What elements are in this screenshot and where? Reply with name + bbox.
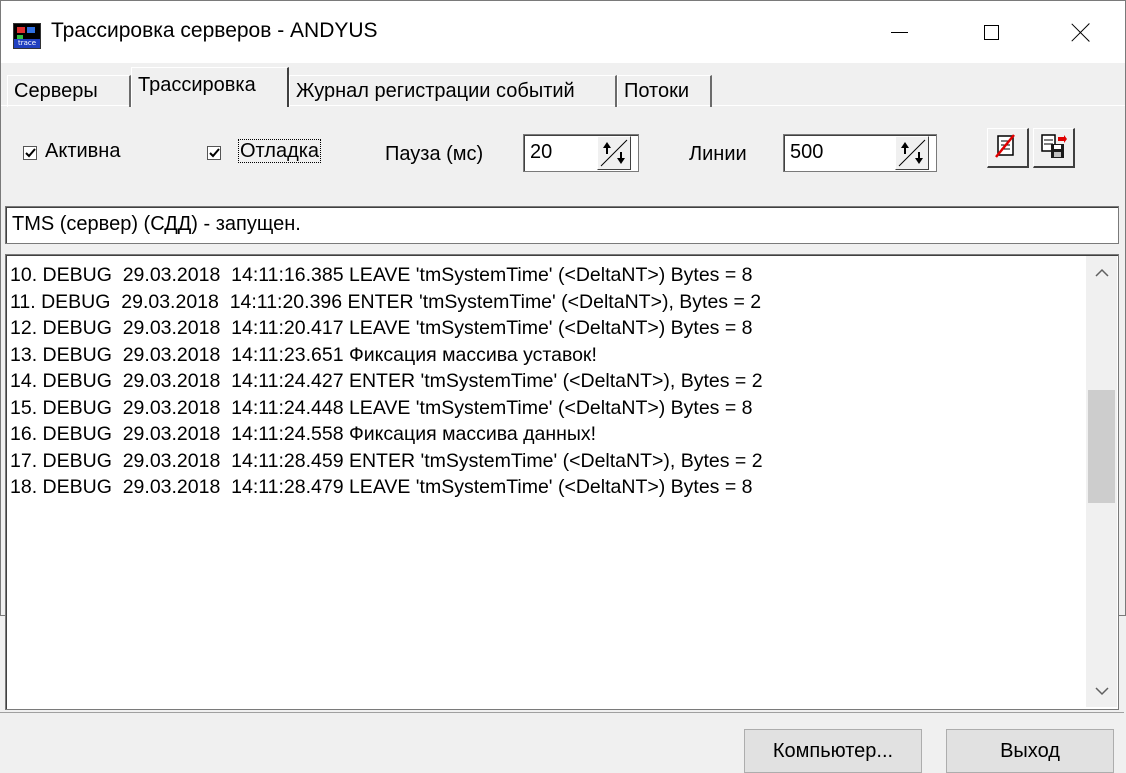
pause-spin-button[interactable]: [597, 136, 631, 170]
spin-updown-icon: [600, 139, 628, 167]
computer-button[interactable]: Компьютер...: [744, 729, 922, 773]
trace-window: trace Трассировка серверов - ANDYUS Серв…: [0, 0, 1126, 710]
title-bar: trace Трассировка серверов - ANDYUS: [1, 1, 1125, 63]
maximize-button[interactable]: [957, 1, 1025, 63]
lines-label: Линии: [689, 143, 747, 165]
log-line: 16. DEBUG 29.03.2018 14:11:24.558 Фиксац…: [10, 423, 597, 445]
save-to-file-icon: [1041, 134, 1067, 158]
log-line: 12. DEBUG 29.03.2018 14:11:20.417 LEAVE …: [10, 317, 753, 339]
bottom-separator: [0, 712, 1124, 713]
log-line: 13. DEBUG 29.03.2018 14:11:23.651 Фиксац…: [10, 343, 597, 366]
clear-log-button[interactable]: [987, 128, 1029, 168]
close-button[interactable]: [1047, 1, 1115, 63]
server-status-field: TMS (сервер) (СДД) - запущен.: [5, 206, 1119, 244]
minimize-button[interactable]: [865, 1, 933, 63]
tab-servers[interactable]: Серверы: [7, 75, 131, 107]
log-line: 11. DEBUG 29.03.2018 14:11:20.396 ENTER …: [10, 290, 762, 313]
log-scrollbar[interactable]: [1086, 256, 1117, 707]
tab-trace[interactable]: Трассировка: [131, 67, 289, 107]
close-icon: [1071, 22, 1091, 42]
pause-label: Пауза (мс): [385, 143, 484, 165]
maximize-icon: [983, 24, 999, 40]
log-line: 18. DEBUG 29.03.2018 14:11:28.479 LEAVE …: [10, 476, 753, 498]
debug-checkbox-label[interactable]: Отладка: [238, 139, 322, 163]
clear-document-icon: [995, 134, 1015, 158]
checkmark-icon: [209, 148, 220, 158]
log-line: 15. DEBUG 29.03.2018 14:11:24.448 LEAVE …: [10, 396, 753, 419]
tab-threads[interactable]: Потоки: [617, 75, 712, 107]
scroll-thumb[interactable]: [1088, 390, 1115, 503]
active-checkbox[interactable]: [23, 146, 37, 160]
active-checkbox-label[interactable]: Активна: [45, 140, 120, 163]
spin-updown-icon: [898, 139, 926, 167]
scroll-down-button[interactable]: [1086, 675, 1117, 707]
save-log-button[interactable]: [1033, 128, 1075, 168]
checkmark-icon: [25, 148, 36, 158]
log-line: 17. DEBUG 29.03.2018 14:11:28.459 ENTER …: [10, 449, 763, 472]
trace-log-list[interactable]: 10. DEBUG 29.03.2018 14:11:16.385 LEAVE …: [5, 254, 1119, 710]
lines-spin-button[interactable]: [895, 136, 929, 170]
tab-event-journal[interactable]: Журнал регистрации событий: [289, 75, 617, 107]
window-title: Трассировка серверов - ANDYUS: [51, 19, 378, 42]
chevron-down-icon: [1094, 686, 1109, 695]
log-lines: 10. DEBUG 29.03.2018 14:11:16.385 LEAVE …: [10, 262, 763, 501]
app-icon: trace: [13, 23, 41, 49]
log-line: 14. DEBUG 29.03.2018 14:11:24.427 ENTER …: [10, 370, 763, 392]
scroll-up-button[interactable]: [1086, 256, 1117, 288]
app-icon-label: trace: [14, 39, 40, 48]
exit-button[interactable]: Выход: [946, 729, 1114, 773]
chevron-up-icon: [1094, 268, 1109, 277]
debug-checkbox[interactable]: [207, 146, 221, 160]
minimize-icon: [890, 31, 908, 33]
log-line: 10. DEBUG 29.03.2018 14:11:16.385 LEAVE …: [10, 264, 753, 286]
